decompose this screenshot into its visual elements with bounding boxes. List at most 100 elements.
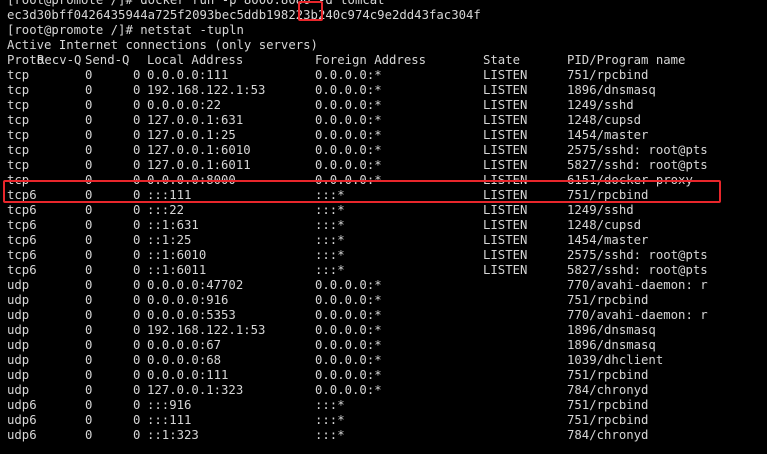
table-row: tcp 0 0 192.168.122.1:53 0.0.0.0:* LISTEN 1896… (7, 83, 767, 98)
cell-pid-program: 6151/docker-proxy (567, 173, 693, 187)
cell-foreign-address: 0.0.0.0:* (315, 368, 382, 382)
cell-send-q: 0 (133, 263, 141, 277)
cell-state: LISTEN (483, 248, 528, 262)
header-recv-q: Recv-Q (37, 53, 82, 67)
table-row: tcp6 0 0::1:25:::* LISTEN 1454/master (7, 233, 767, 248)
cell-send-q: 0 (133, 413, 141, 427)
cell-recv-q: 0 (85, 128, 93, 142)
cell-local-address: 127.0.0.1:323 (147, 383, 244, 397)
cell-foreign-address: 0.0.0.0:* (315, 323, 382, 337)
cell-local-address: :::916 (147, 398, 192, 412)
cell-local-address: 192.168.122.1:53 (147, 323, 266, 337)
table-row: tcp 0 0 127.0.0.1:631 0.0.0.0:* LISTEN 1248/cu… (7, 113, 767, 128)
cell-pid-program: 1249/sshd (567, 98, 634, 112)
cell-send-q: 0 (133, 188, 141, 202)
cell-proto: tcp (7, 113, 30, 127)
cell-state: LISTEN (483, 173, 528, 187)
cell-recv-q: 0 (85, 398, 93, 412)
cell-local-address: :::111 (147, 413, 192, 427)
cell-local-address: ::1:6010 (147, 248, 207, 262)
cell-send-q: 0 (133, 248, 141, 262)
cell-send-q: 0 (133, 398, 141, 412)
cell-send-q: 0 (133, 278, 141, 292)
cell-foreign-address: 0.0.0.0:* (315, 68, 382, 82)
terminal-window[interactable]: [root@promote /]# docker run -p 8000:808… (0, 0, 767, 454)
cell-state: LISTEN (483, 143, 528, 157)
cell-proto: tcp6 (7, 233, 37, 247)
cell-send-q: 0 (133, 203, 141, 217)
cell-recv-q: 0 (85, 98, 93, 112)
cell-send-q: 0 (133, 98, 141, 112)
header-foreign-address: Foreign Address (315, 53, 427, 67)
cell-send-q: 0 (133, 323, 141, 337)
cell-state: LISTEN (483, 68, 528, 82)
cell-send-q: 0 (133, 383, 141, 397)
cell-foreign-address: :::* (315, 263, 345, 277)
netstat-title-line: Active Internet connections (only server… (7, 38, 318, 52)
cell-state: LISTEN (483, 188, 528, 202)
cell-send-q: 0 (133, 233, 141, 247)
cell-state: LISTEN (483, 233, 528, 247)
table-row: tcp 0 0 0.0.0.0:111 0.0.0.0:* LISTEN 751/rpcbi… (7, 68, 767, 83)
cell-foreign-address: 0.0.0.0:* (315, 338, 382, 352)
table-row: udp 0 0 0.0.0.0:916 0.0.0.0:* 751/rpcbind (7, 293, 767, 308)
cell-proto: udp (7, 278, 30, 292)
cell-foreign-address: 0.0.0.0:* (315, 173, 382, 187)
cell-pid-program: 751/rpcbind (567, 68, 649, 82)
table-row: udp 0 0 127.0.0.1:323 0.0.0.0:* 784/chronyd (7, 383, 767, 398)
cell-state: LISTEN (483, 83, 528, 97)
cell-recv-q: 0 (85, 143, 93, 157)
cell-local-address: :::22 (147, 203, 185, 217)
cell-proto: udp6 (7, 428, 37, 442)
cell-send-q: 0 (133, 308, 141, 322)
cell-foreign-address: :::* (315, 398, 345, 412)
cell-local-address: ::1:631 (147, 218, 199, 232)
cell-proto: udp6 (7, 398, 37, 412)
cell-proto: tcp (7, 143, 30, 157)
cell-recv-q: 0 (85, 278, 93, 292)
cell-proto: udp (7, 323, 30, 337)
cell-proto: tcp6 (7, 188, 37, 202)
table-row: tcp6 0 0::1:6011:::* LISTEN 5827/sshd: root@… (7, 263, 767, 278)
table-row: udp6 0 0:::916:::* 751/rpcbind (7, 398, 767, 413)
cell-recv-q: 0 (85, 203, 93, 217)
cell-recv-q: 0 (85, 218, 93, 232)
cell-local-address: ::1:6011 (147, 263, 207, 277)
cell-send-q: 0 (133, 353, 141, 367)
cell-local-address: ::1:25 (147, 233, 192, 247)
cell-send-q: 0 (133, 173, 141, 187)
table-row: tcp 0 0 0.0.0.0:22 0.0.0.0:* LISTEN 1249/sshd (7, 98, 767, 113)
cell-local-address: 0.0.0.0:111 (147, 68, 229, 82)
cell-local-address: 127.0.0.1:6010 (147, 143, 251, 157)
cell-recv-q: 0 (85, 83, 93, 97)
cell-send-q: 0 (133, 68, 141, 82)
cell-foreign-address: 0.0.0.0:* (315, 278, 382, 292)
table-row: tcp6 0 0::1:6010:::* LISTEN 2575/sshd: root@… (7, 248, 767, 263)
cell-recv-q: 0 (85, 428, 93, 442)
cell-proto: tcp (7, 83, 30, 97)
command-line-netstat: [root@promote /]# netstat -tupln (7, 23, 244, 37)
cell-foreign-address: 0.0.0.0:* (315, 98, 382, 112)
cell-local-address: 192.168.122.1:53 (147, 83, 266, 97)
cell-foreign-address: 0.0.0.0:* (315, 128, 382, 142)
cell-foreign-address: 0.0.0.0:* (315, 293, 382, 307)
table-row: udp 0 0 0.0.0.0:67 0.0.0.0:* 1896/dnsmasq (7, 338, 767, 353)
table-row: tcp 0 0 0.0.0.0:8000 0.0.0.0:* LISTEN 6151/doc… (7, 173, 767, 188)
cell-foreign-address: :::* (315, 413, 345, 427)
cell-pid-program: 1039/dhclient (567, 353, 664, 367)
cell-foreign-address: 0.0.0.0:* (315, 143, 382, 157)
cell-pid-program: 751/rpcbind (567, 413, 649, 427)
cell-recv-q: 0 (85, 248, 93, 262)
cell-local-address: 0.0.0.0:67 (147, 338, 222, 352)
table-row: tcp6 0 0::1:631:::* LISTEN 1248/cupsd (7, 218, 767, 233)
cell-proto: udp (7, 353, 30, 367)
cell-pid-program: 5827/sshd: root@pts (567, 158, 708, 172)
cell-send-q: 0 (133, 158, 141, 172)
cell-recv-q: 0 (85, 263, 93, 277)
cell-foreign-address: :::* (315, 203, 345, 217)
cell-recv-q: 0 (85, 338, 93, 352)
cell-pid-program: 1896/dnsmasq (567, 83, 656, 97)
cell-proto: udp (7, 293, 30, 307)
cell-foreign-address: 0.0.0.0:* (315, 113, 382, 127)
header-state: State (483, 53, 521, 67)
